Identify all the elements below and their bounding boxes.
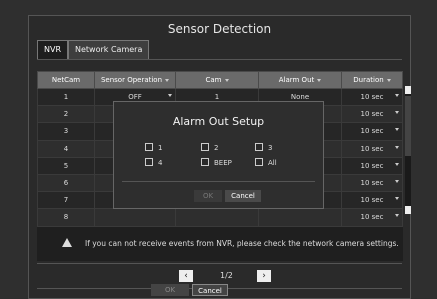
duration-select[interactable]: 10 sec <box>341 191 403 210</box>
chevron-down-icon <box>165 78 170 82</box>
duration-select[interactable]: 10 sec <box>341 105 403 124</box>
checkbox-1[interactable]: 1 <box>145 143 162 152</box>
modal-ok-button[interactable]: OK <box>194 190 222 202</box>
duration-select[interactable]: 10 sec <box>341 173 403 193</box>
checkbox-3[interactable]: 3 <box>255 143 272 152</box>
checkbox-icon <box>255 158 263 166</box>
chevron-down-icon <box>395 179 399 183</box>
modal-title: Alarm Out Setup <box>172 115 265 128</box>
chevron-down-icon <box>168 94 172 97</box>
pagination: ‹ 1/2 › <box>29 270 410 284</box>
table-scrollbar[interactable] <box>405 86 411 214</box>
cam-select[interactable] <box>175 208 259 227</box>
page-indicator: 1/2 <box>220 271 233 280</box>
duration-select[interactable]: 10 sec <box>341 87 403 107</box>
checkbox-all[interactable]: All <box>255 158 277 167</box>
scroll-down-icon[interactable] <box>405 206 411 214</box>
chevron-down-icon <box>395 128 399 132</box>
chevron-right-icon[interactable]: › <box>257 270 271 282</box>
checkbox-icon <box>201 143 209 151</box>
netcam-cell: 6 <box>37 173 95 193</box>
tab-divider <box>37 59 402 60</box>
netcam-cell: 7 <box>37 191 95 210</box>
tab-network-camera[interactable]: Network Camera <box>68 40 150 60</box>
netcam-cell: 5 <box>37 156 95 175</box>
cancel-button[interactable]: Cancel <box>192 284 228 296</box>
column-header-duration[interactable]: Duration <box>341 71 403 89</box>
tab-bar: NVR Network Camera <box>37 40 150 60</box>
chevron-down-icon <box>395 111 399 115</box>
sensor-operation-select[interactable] <box>94 208 176 227</box>
chevron-left-icon[interactable]: ‹ <box>179 270 193 282</box>
background: Sensor Detection NVR Network Camera NetC… <box>0 0 437 299</box>
netcam-cell: 2 <box>37 105 95 124</box>
netcam-cell: 8 <box>37 208 95 227</box>
chevron-down-icon <box>395 94 399 97</box>
checkbox-icon <box>145 158 153 166</box>
checkbox-4[interactable]: 4 <box>145 158 162 167</box>
alarm-out-setup-modal: Alarm Out Setup 1 2 3 4 BEEP All OK Canc… <box>113 101 324 209</box>
checkbox-icon <box>201 158 209 166</box>
checkbox-icon <box>255 143 263 151</box>
modal-divider <box>122 181 315 182</box>
netcam-cell: 1 <box>37 87 95 107</box>
chevron-down-icon <box>317 78 322 82</box>
notice-panel: If you can not receive events from NVR, … <box>37 227 403 261</box>
duration-select[interactable]: 10 sec <box>341 122 403 141</box>
tab-nvr[interactable]: NVR <box>37 40 69 60</box>
column-header-netcam: NetCam <box>37 71 95 89</box>
modal-cancel-button[interactable]: Cancel <box>225 190 261 202</box>
alarm-out-select[interactable] <box>258 208 342 227</box>
chevron-down-icon <box>395 145 399 149</box>
chevron-down-icon <box>395 197 399 201</box>
table-header-row: NetCam Sensor Operation Cam Alarm Out Du… <box>37 71 403 89</box>
column-header-sensor-operation[interactable]: Sensor Operation <box>94 71 176 89</box>
ok-button[interactable]: OK <box>151 284 189 296</box>
warning-icon <box>62 238 72 247</box>
divider <box>37 263 402 264</box>
duration-select[interactable]: 10 sec <box>341 139 403 158</box>
checkbox-2[interactable]: 2 <box>201 143 218 152</box>
column-header-alarm-out[interactable]: Alarm Out <box>258 71 342 89</box>
scroll-up-icon[interactable] <box>405 86 411 94</box>
checkbox-beep[interactable]: BEEP <box>201 158 232 167</box>
chevron-down-icon <box>395 162 399 166</box>
duration-select[interactable]: 10 sec <box>341 156 403 175</box>
chevron-down-icon <box>386 78 391 82</box>
chevron-down-icon <box>224 78 229 82</box>
scroll-thumb[interactable] <box>405 96 411 156</box>
notice-text: If you can not receive events from NVR, … <box>85 239 399 248</box>
checkbox-icon <box>145 143 153 151</box>
netcam-cell: 4 <box>37 139 95 158</box>
netcam-cell: 3 <box>37 122 95 141</box>
duration-select[interactable]: 10 sec <box>341 208 403 227</box>
table-row: 8 10 sec <box>37 208 403 227</box>
column-header-cam[interactable]: Cam <box>175 71 259 89</box>
chevron-down-icon <box>395 214 399 218</box>
dialog-title: Sensor Detection <box>167 22 272 36</box>
